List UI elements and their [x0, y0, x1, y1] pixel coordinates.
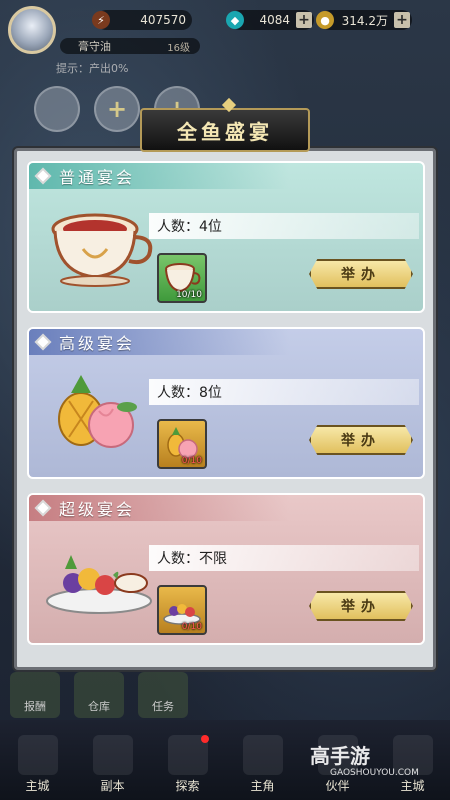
- panel-title: 全鱼盛宴: [177, 119, 273, 144]
- top-bar: ⚡ 407570 ◆ 4084 + ● 314.2万 + 膏守油 16级: [0, 0, 450, 66]
- nav-label: 探索: [175, 779, 200, 793]
- bg-tab-task[interactable]: 任务: [138, 672, 188, 718]
- feast-item-slot[interactable]: 0/10: [157, 585, 207, 635]
- castle-icon: [17, 735, 58, 775]
- party-slot-1[interactable]: [34, 86, 80, 132]
- gem-resource: ◆ 4084 +: [226, 10, 314, 30]
- nav-main-city[interactable]: 主城: [3, 735, 73, 794]
- hint-text: 提示：产出0%: [56, 62, 129, 75]
- add-gold-button[interactable]: +: [394, 12, 410, 28]
- nav-dungeon[interactable]: 副本: [78, 735, 148, 794]
- watermark-logo: 高手游: [310, 744, 370, 768]
- card-title: 普通宴会: [59, 168, 136, 187]
- diamond-icon: [34, 499, 52, 517]
- card-header: 高级宴会: [29, 329, 289, 355]
- host-high-feast-button[interactable]: 举办: [309, 425, 413, 455]
- feast-item-slot[interactable]: 0/10: [157, 419, 207, 469]
- fruit-platter-icon: [46, 555, 152, 614]
- background-tabs: 报酬 仓库 任务: [10, 672, 188, 718]
- gold-resource: ● 314.2万 +: [316, 10, 412, 30]
- feast-card-high: 高级宴会 人数：8位 0/10 举办: [27, 327, 425, 479]
- hero-icon: [242, 735, 283, 775]
- panel-title-plate: 全鱼盛宴: [140, 108, 310, 152]
- nav-explore[interactable]: 探索: [153, 735, 223, 794]
- player-level: 16级: [167, 42, 190, 54]
- nav-label: 主角: [250, 779, 275, 793]
- player-name-bar: 膏守油 16级: [60, 38, 200, 54]
- host-normal-feast-button[interactable]: 举办: [309, 259, 413, 289]
- nav-label: 主城: [400, 779, 425, 793]
- item-count: 0/10: [181, 456, 202, 466]
- pineapple-peach-icon: [58, 375, 137, 448]
- player-name: 膏守油: [78, 40, 111, 53]
- nav-label: 副本: [100, 779, 125, 793]
- people-count: 人数：不限: [149, 545, 419, 571]
- nav-main-city-2[interactable]: 主城: [378, 735, 448, 794]
- card-header: 超级宴会: [29, 495, 289, 521]
- card-title: 超级宴会: [59, 500, 136, 519]
- add-gem-button[interactable]: +: [296, 12, 312, 28]
- feast-card-super: 超级宴会 人数：不限 0/10 举办: [27, 493, 425, 645]
- stamina-resource: ⚡ 407570: [92, 10, 192, 30]
- gold-value: 314.2万: [341, 13, 388, 28]
- coin-icon: ●: [316, 11, 334, 29]
- feast-card-normal: 普通宴会 人数：4位 10/10 举办: [27, 161, 425, 313]
- party-slot-2[interactable]: +: [94, 86, 140, 132]
- nav-label: 主城: [25, 779, 50, 793]
- feast-panel: 普通宴会 人数：4位 10/10 举办 高级宴会 人数：8位 0/10 举办 超…: [14, 148, 436, 670]
- stamina-value: 407570: [140, 13, 186, 27]
- diamond-icon: [34, 167, 52, 185]
- people-count: 人数：4位: [149, 213, 419, 239]
- bottom-nav: 主城 副本 探索 主角 伙伴 主城: [0, 720, 450, 800]
- crossed-swords-icon: [92, 735, 133, 775]
- feast-item-slot[interactable]: 10/10: [157, 253, 207, 303]
- nav-label: 伙伴: [325, 779, 350, 793]
- nav-hero[interactable]: 主角: [228, 735, 298, 794]
- item-count: 10/10: [176, 290, 202, 300]
- teacup-icon: [51, 213, 153, 287]
- gem-value: 4084: [259, 13, 290, 27]
- item-count: 0/10: [181, 622, 202, 632]
- gem-icon: ◆: [226, 11, 244, 29]
- bg-tab-warehouse[interactable]: 仓库: [74, 672, 124, 718]
- bg-tab-reward[interactable]: 报酬: [10, 672, 60, 718]
- stamina-icon: ⚡: [92, 11, 110, 29]
- host-super-feast-button[interactable]: 举办: [309, 591, 413, 621]
- card-header: 普通宴会: [29, 163, 289, 189]
- watermark-domain: GAOSHOUYOU.COM: [330, 768, 419, 778]
- notification-dot: [200, 735, 209, 743]
- card-title: 高级宴会: [59, 334, 136, 353]
- people-count: 人数：8位: [149, 379, 419, 405]
- player-avatar[interactable]: [8, 6, 56, 54]
- diamond-icon: [34, 333, 52, 351]
